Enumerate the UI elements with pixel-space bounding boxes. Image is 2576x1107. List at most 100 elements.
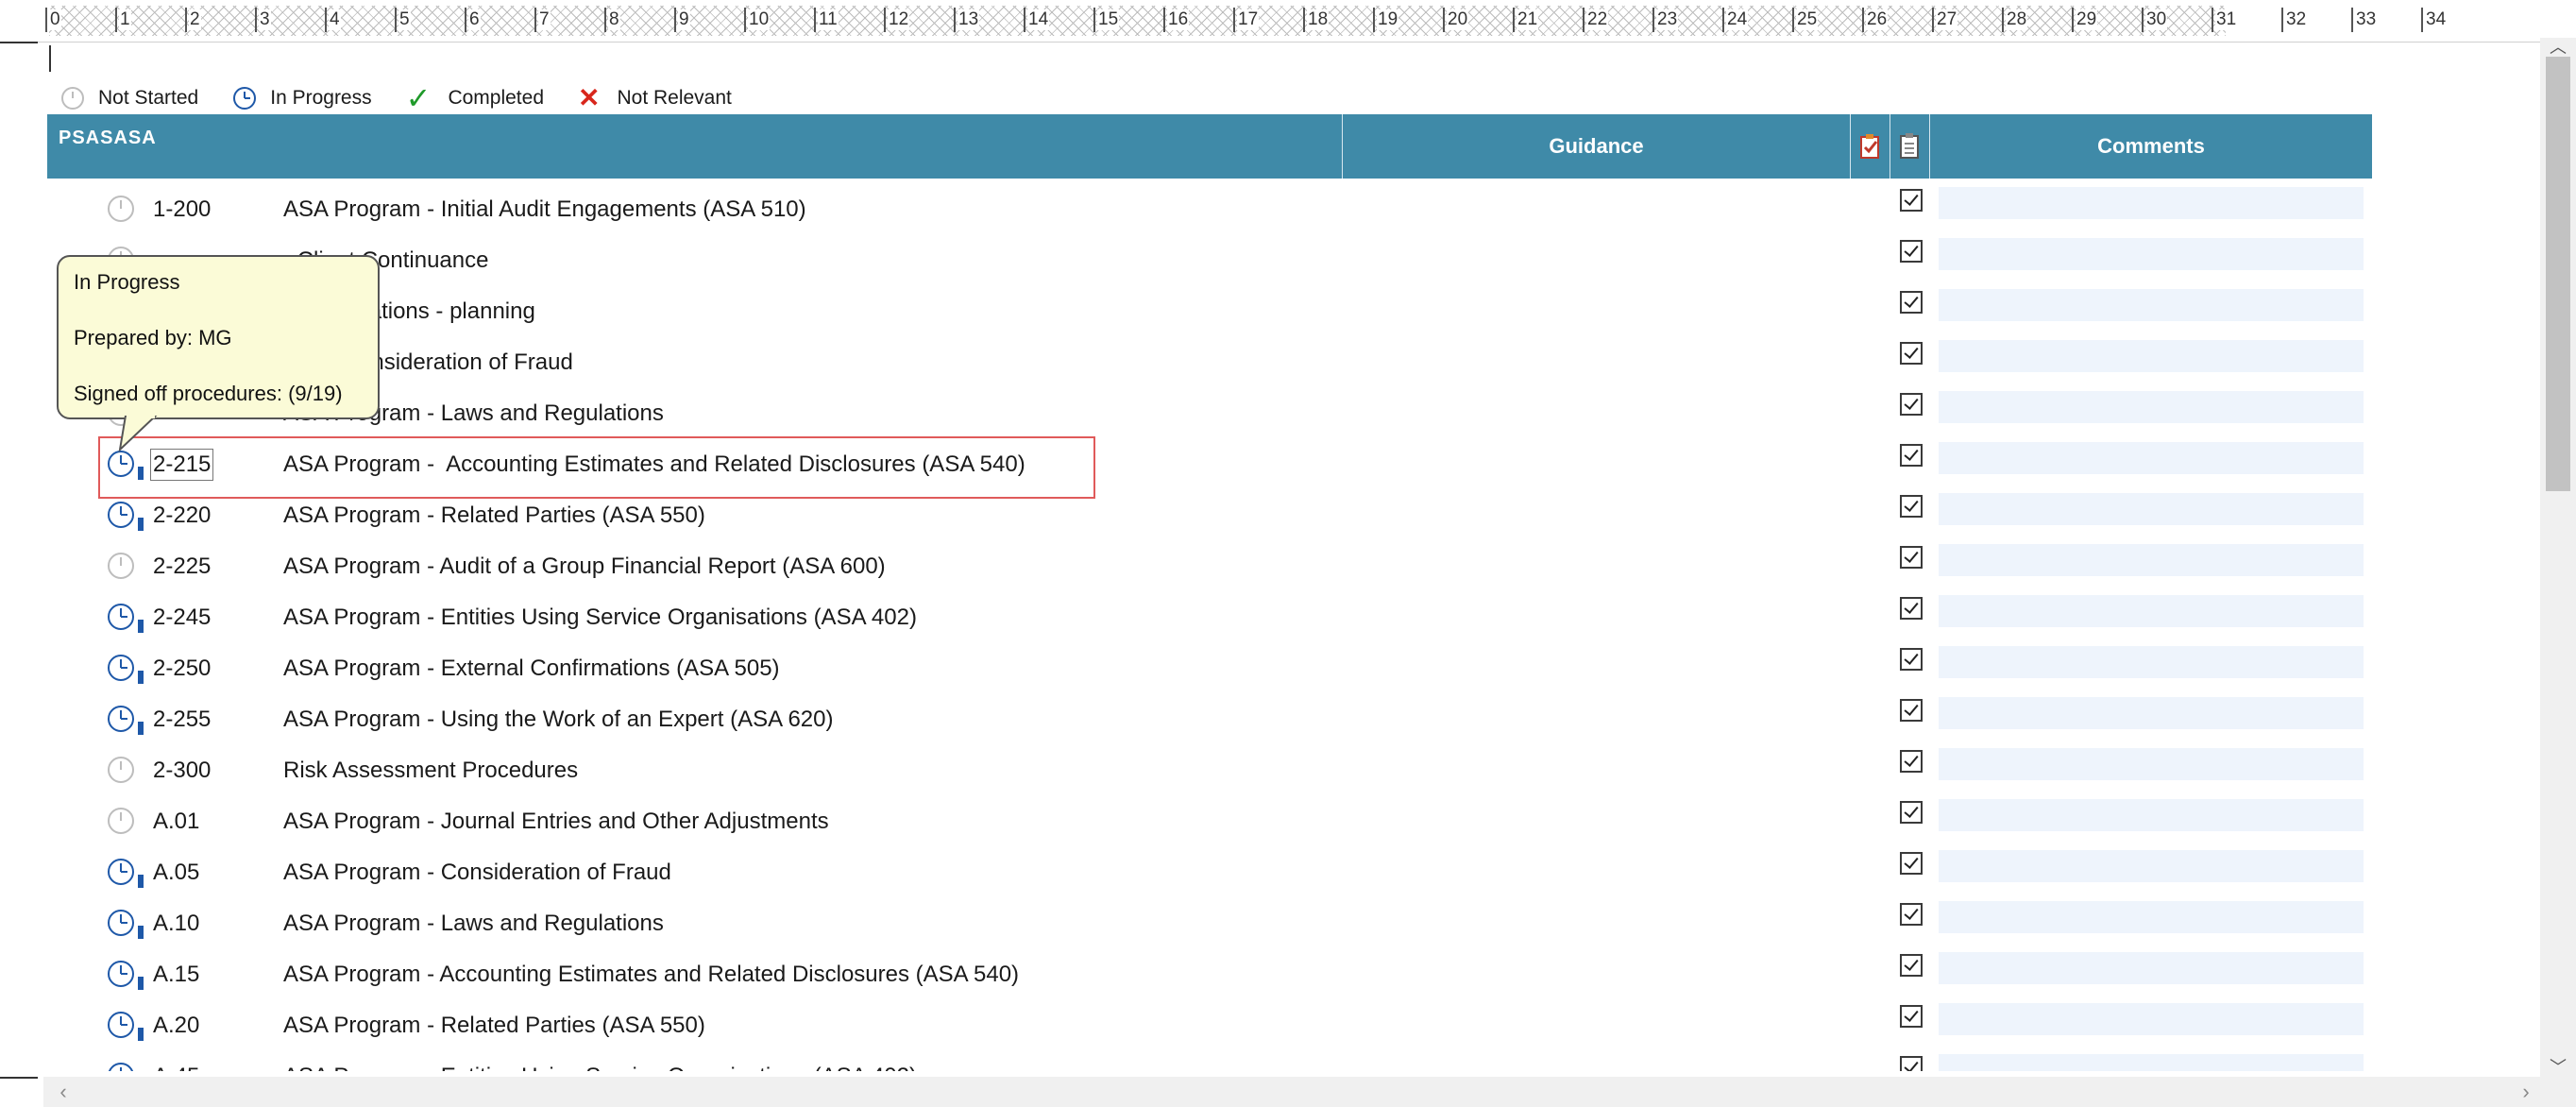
comment-field[interactable] [1939,187,2364,219]
row-title[interactable]: ASA Program - Consideration of Fraud [283,860,671,886]
column-header-comments[interactable]: Comments [1930,114,2372,179]
column-header-signoff[interactable] [1851,114,1890,179]
comment-field[interactable] [1939,1003,2364,1035]
vertical-scroll-thumb[interactable] [2546,57,2570,491]
row-title[interactable]: ASA Program - Related Parties (ASA 550) [283,502,705,529]
clock-progress-icon[interactable] [106,857,136,887]
comment-field[interactable] [1939,340,2364,372]
row-code[interactable]: A.20 [153,1013,199,1039]
table-row[interactable]: - Client Continuance [47,234,2372,285]
comment-field[interactable] [1939,289,2364,321]
column-header-guidance[interactable]: Guidance [1343,114,1851,179]
row-code[interactable]: A.01 [153,809,199,835]
clock-progress-icon[interactable] [106,1061,136,1071]
row-checkbox[interactable] [1900,342,1923,365]
row-title[interactable]: ASA Program - Journal Entries and Other … [283,809,829,835]
row-title[interactable]: ASA Program - Using the Work of an Exper… [283,707,833,733]
comment-field[interactable] [1939,442,2364,474]
row-code[interactable]: 2-250 [153,656,211,682]
clock-progress-icon[interactable] [106,908,136,938]
scroll-down-icon[interactable]: ﹀ [2540,1058,2576,1077]
horizontal-scrollbar[interactable]: ‹ › [43,1077,2540,1107]
row-checkbox[interactable] [1900,393,1923,416]
comment-field[interactable] [1939,544,2364,576]
clock-progress-icon[interactable] [106,602,136,632]
row-code[interactable]: A.05 [153,860,199,886]
comment-field[interactable] [1939,391,2364,423]
column-header-name[interactable]: PSASASA [47,114,1343,179]
row-checkbox[interactable] [1900,750,1923,773]
row-checkbox[interactable] [1900,699,1923,722]
row-title[interactable]: ASA Program - External Confirmations (AS… [283,656,780,682]
table-row[interactable]: 2-225 ASA Program - Audit of a Group Fina… [47,540,2372,591]
row-code[interactable]: 1-200 [153,196,211,223]
clock-outline-icon[interactable] [106,806,136,836]
row-checkbox[interactable] [1900,852,1923,875]
clock-progress-icon[interactable] [106,704,136,734]
row-checkbox[interactable] [1900,1056,1923,1071]
comment-field[interactable] [1939,748,2364,780]
row-checkbox[interactable] [1900,189,1923,212]
table-row[interactable]: A.20 ASA Program - Related Parties (ASA 5… [47,999,2372,1050]
table-row[interactable]: ASA Program - Laws and Regulations [47,387,2372,438]
table-row[interactable]: ram - Consideration of Fraud [47,336,2372,387]
clock-outline-icon[interactable] [106,755,136,785]
scroll-up-icon[interactable]: ︿ [2540,38,2576,57]
row-title[interactable]: ASA Program - Laws and Regulations [283,911,664,937]
row-title[interactable]: ASA Program - Initial Audit Engagements … [283,196,806,223]
clock-progress-icon[interactable] [106,500,136,530]
row-code[interactable]: A.15 [153,962,199,988]
table-row[interactable]: A.05 ASA Program - Consideration of Fraud [47,846,2372,897]
row-title[interactable]: ASA Program - Related Parties (ASA 550) [283,1013,705,1039]
table-row[interactable]: 2-250 ASA Program - External Confirmation… [47,642,2372,693]
row-title[interactable]: ASA Program - Entities Using Service Org… [283,1064,917,1071]
table-row[interactable]: 2-300 Risk Assessment Procedures [47,744,2372,795]
table-row[interactable]: 2-255 ASA Program - Using the Work of an … [47,693,2372,744]
comment-field[interactable] [1939,697,2364,729]
row-checkbox[interactable] [1900,801,1923,824]
row-checkbox[interactable] [1900,648,1923,671]
row-code[interactable]: 2-245 [153,605,211,631]
row-checkbox[interactable] [1900,954,1923,977]
table-row[interactable]: A.01 ASA Program - Journal Entries and Ot… [47,795,2372,846]
row-checkbox[interactable] [1900,291,1923,314]
row-code[interactable]: 2-300 [153,758,211,784]
row-checkbox[interactable] [1900,903,1923,926]
comment-field[interactable] [1939,646,2364,678]
row-title[interactable]: ASA Program - Accounting Estimates and R… [283,962,1019,988]
clock-progress-icon[interactable] [106,1010,136,1040]
scroll-right-icon[interactable]: › [2512,1077,2540,1107]
comment-field[interactable] [1939,595,2364,627]
row-code[interactable]: A.10 [153,911,199,937]
comment-field[interactable] [1939,901,2364,933]
row-checkbox[interactable] [1900,546,1923,569]
comment-field[interactable] [1939,238,2364,270]
column-header-document[interactable] [1890,114,1930,179]
scroll-left-icon[interactable]: ‹ [49,1077,77,1107]
table-row[interactable]: A.45 ASA Program - Entities Using Service… [47,1050,2372,1071]
comment-field[interactable] [1939,493,2364,525]
row-checkbox[interactable] [1900,597,1923,620]
row-checkbox[interactable] [1900,444,1923,467]
comment-field[interactable] [1939,850,2364,882]
row-checkbox[interactable] [1900,495,1923,518]
comment-field[interactable] [1939,1054,2364,1071]
table-row[interactable]: 1-200 ASA Program - Initial Audit Engagem… [47,183,2372,234]
row-checkbox[interactable] [1900,1005,1923,1028]
row-title[interactable]: ASA Program - Entities Using Service Org… [283,605,917,631]
vertical-scrollbar[interactable]: ︿ ﹀ [2540,38,2576,1077]
clock-progress-icon[interactable] [106,653,136,683]
table-row[interactable]: A.15 ASA Program - Accounting Estimates a… [47,948,2372,999]
row-title[interactable]: ASA Program - Audit of a Group Financial… [283,554,886,580]
row-code[interactable]: 2-255 [153,707,211,733]
clock-outline-icon[interactable] [106,194,136,224]
comment-field[interactable] [1939,799,2364,831]
table-row[interactable]: A.10 ASA Program - Laws and Regulations [47,897,2372,948]
row-code[interactable]: A.45 [153,1064,199,1071]
table-row[interactable]: 2-245 ASA Program - Entities Using Servic… [47,591,2372,642]
row-code[interactable]: 2-220 [153,502,211,529]
clock-progress-icon[interactable] [106,959,136,989]
comment-field[interactable] [1939,952,2364,984]
row-checkbox[interactable] [1900,240,1923,263]
row-code[interactable]: 2-225 [153,554,211,580]
